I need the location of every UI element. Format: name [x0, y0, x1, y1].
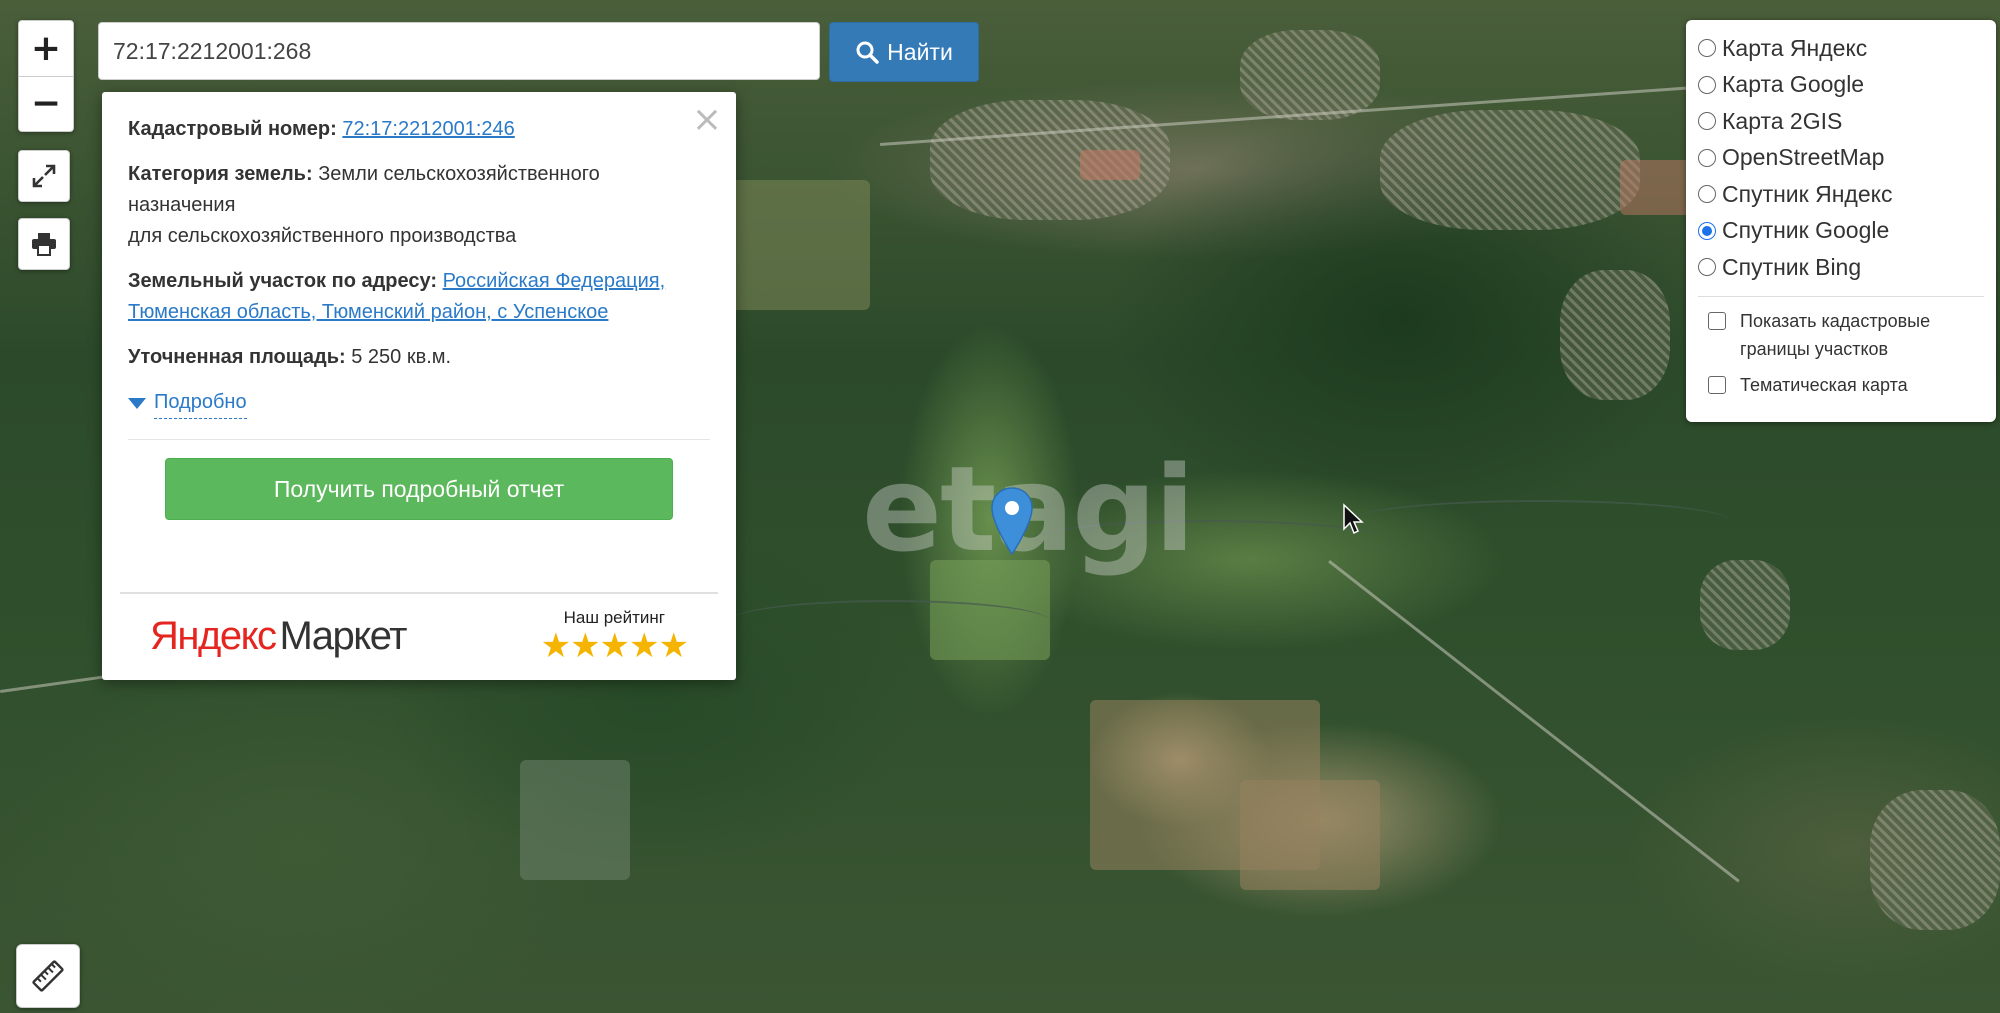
search-icon [856, 41, 879, 64]
layer-yandex-satellite[interactable]: Спутник Яндекс [1698, 176, 1984, 213]
layer-label: OpenStreetMap [1722, 144, 1885, 171]
layer-openstreetmap[interactable]: OpenStreetMap [1698, 140, 1984, 177]
settlement-area [1240, 30, 1380, 120]
checkbox-label: Тематическая карта [1740, 374, 1908, 395]
layer-yandex-map[interactable]: Карта Яндекс [1698, 30, 1984, 67]
field-patch [720, 180, 870, 310]
cadastral-number-link[interactable]: 72:17:2212001:246 [342, 118, 514, 140]
zoom-out-button[interactable]: − [19, 75, 73, 131]
layer-google-satellite[interactable]: Спутник Google [1698, 213, 1984, 250]
popup-footer: Яндекс Маркет Наш рейтинг ★★★★★ [120, 592, 718, 678]
checkbox[interactable] [1708, 311, 1726, 330]
land-category-label: Категория земель: [128, 163, 313, 185]
cadastral-number-row: Кадастровый номер: 72:17:2212001:246 [128, 114, 710, 145]
yandex-market-logo[interactable]: Яндекс Маркет [150, 613, 408, 658]
market-rating[interactable]: Наш рейтинг ★★★★★ [540, 608, 689, 666]
fullscreen-icon [32, 164, 56, 188]
rating-stars-icon: ★★★★★ [540, 626, 689, 666]
radio-button[interactable] [1698, 112, 1716, 131]
layer-2gis-map[interactable]: Карта 2GIS [1698, 103, 1984, 140]
field-patch [1080, 150, 1140, 180]
fullscreen-button[interactable] [18, 150, 70, 202]
area-value: 5 250 кв.м. [351, 346, 452, 368]
search-button-label: Найти [887, 38, 953, 65]
area-label: Уточненная площадь: [128, 346, 346, 368]
radio-button[interactable] [1698, 75, 1716, 94]
address-row: Земельный участок по адресу: Российская … [128, 266, 710, 328]
get-report-button[interactable]: Получить подробный отчет [165, 458, 673, 520]
radio-button[interactable] [1698, 258, 1716, 277]
rating-label: Наш рейтинг [563, 608, 665, 627]
settlement-area [1870, 790, 2000, 930]
river [1350, 500, 1730, 542]
layer-label: Спутник Bing [1722, 253, 1862, 280]
cadastral-number-label: Кадастровый номер: [128, 118, 337, 140]
radio-button[interactable] [1698, 185, 1716, 204]
checkbox[interactable] [1708, 375, 1726, 394]
river [730, 600, 1050, 642]
print-icon [32, 233, 56, 256]
settlement-area [1380, 110, 1640, 230]
caret-down-icon [128, 397, 146, 409]
zoom-control: + − [18, 20, 74, 132]
search-button[interactable]: Найти [829, 22, 979, 82]
zoom-in-button[interactable]: + [19, 22, 73, 76]
parcel-info-popup: × Кадастровый номер: 72:17:2212001:246 К… [102, 92, 736, 680]
settlement-area [1560, 270, 1670, 400]
cadastral-search-input[interactable] [98, 22, 820, 80]
details-toggle-label: Подробно [154, 387, 247, 419]
popup-divider [128, 439, 710, 440]
layer-label: Спутник Google [1722, 217, 1890, 244]
yandex-market-logo-m: Маркет [279, 613, 408, 658]
road [1328, 560, 1740, 883]
layer-bing-satellite[interactable]: Спутник Bing [1698, 249, 1984, 286]
land-category-row: Категория земель: Земли сельскохозяйстве… [128, 159, 710, 252]
radio-button[interactable] [1698, 39, 1716, 58]
radio-button-selected[interactable] [1698, 221, 1716, 240]
field-patch [520, 760, 630, 880]
print-button[interactable] [18, 218, 70, 270]
measure-button[interactable] [16, 944, 80, 1008]
layer-label: Карта Яндекс [1722, 34, 1868, 61]
address-label: Земельный участок по адресу: [128, 270, 438, 292]
field-patch [1240, 780, 1380, 890]
settlement-area [1700, 560, 1790, 650]
layer-label: Спутник Яндекс [1722, 180, 1893, 207]
ruler-icon [32, 960, 64, 992]
thematic-map-toggle[interactable]: Тематическая карта [1698, 371, 1984, 399]
layer-label: Карта Google [1722, 71, 1865, 98]
details-toggle[interactable]: Подробно [128, 387, 710, 419]
layers-divider [1698, 295, 1984, 297]
radio-button[interactable] [1698, 148, 1716, 167]
mouse-pointer-icon [1343, 503, 1364, 535]
cadastral-borders-toggle[interactable]: Показать кадастровые границы участков [1698, 307, 1984, 363]
layer-label: Карта 2GIS [1722, 107, 1843, 134]
location-marker-icon[interactable] [990, 486, 1034, 556]
layer-google-map[interactable]: Карта Google [1698, 67, 1984, 104]
land-use-value: для сельскохозяйственного производства [128, 225, 517, 247]
popup-close-button[interactable]: × [692, 100, 722, 140]
road [0, 674, 110, 693]
area-row: Уточненная площадь: 5 250 кв.м. [128, 342, 710, 373]
map-layers-panel: Карта Яндекс Карта Google Карта 2GIS Ope… [1686, 20, 1996, 422]
checkbox-label: Показать кадастровые границы участков [1740, 310, 1931, 359]
yandex-market-logo-y: Яндекс [150, 613, 277, 658]
